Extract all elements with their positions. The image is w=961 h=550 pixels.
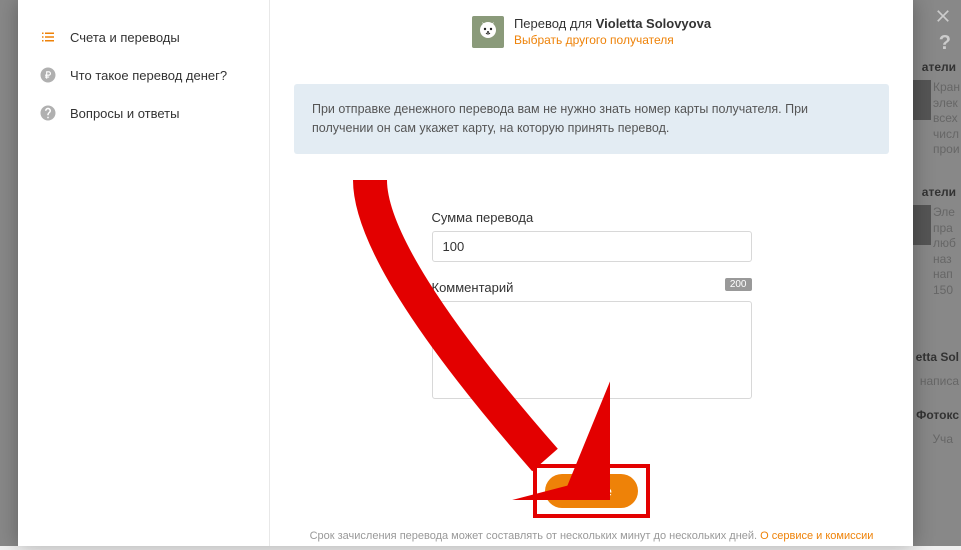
transfer-form: Сумма перевода Комментарий 200 Далее — [270, 154, 913, 518]
ruble-icon — [38, 65, 58, 85]
close-button[interactable] — [933, 6, 953, 29]
comment-group: Комментарий 200 — [432, 280, 752, 402]
bg-text: атели — [922, 60, 956, 74]
sidebar-item-faq-what[interactable]: Что такое перевод денег? — [18, 56, 269, 94]
bg-text: Уча — [932, 432, 953, 446]
char-counter: 200 — [725, 278, 752, 291]
sidebar-item-label: Вопросы и ответы — [70, 106, 179, 121]
sidebar-item-qa[interactable]: Вопросы и ответы — [18, 94, 269, 132]
bg-text: написа — [920, 374, 959, 388]
recipient-name: Violetta Solovyova — [596, 16, 711, 31]
sidebar-item-accounts[interactable]: Счета и переводы — [18, 18, 269, 56]
comment-textarea[interactable] — [432, 301, 752, 399]
info-box: При отправке денежного перевода вам не н… — [294, 84, 889, 154]
sidebar: Счета и переводы Что такое перевод денег… — [18, 0, 270, 546]
question-icon — [38, 103, 58, 123]
bg-text: атели — [922, 185, 956, 199]
service-info-link[interactable]: О сервисе и комиссии — [760, 530, 873, 542]
footer-text: Срок зачисления перевода может составлят… — [310, 530, 761, 542]
comment-label: Комментарий — [432, 280, 752, 295]
help-button[interactable]: ? — [939, 32, 951, 55]
submit-wrap: Далее — [533, 464, 650, 518]
transfer-modal: Счета и переводы Что такое перевод денег… — [18, 0, 913, 546]
submit-highlight: Далее — [533, 464, 650, 518]
sidebar-item-label: Счета и переводы — [70, 30, 180, 45]
amount-group: Сумма перевода — [432, 210, 752, 262]
header-text: Перевод для Violetta Solovyova Выбрать д… — [514, 16, 711, 47]
next-button[interactable]: Далее — [545, 474, 638, 508]
amount-label: Сумма перевода — [432, 210, 752, 225]
bg-text: Фотокс — [916, 408, 959, 422]
footer-note: Срок зачисления перевода может составлят… — [270, 518, 913, 550]
change-recipient-link[interactable]: Выбрать другого получателя — [514, 33, 711, 47]
main-content: Перевод для Violetta Solovyova Выбрать д… — [270, 0, 913, 546]
bg-text: Эле пра люб наз нап 150 — [933, 205, 959, 299]
sidebar-item-label: Что такое перевод денег? — [70, 68, 227, 83]
title-prefix: Перевод для — [514, 16, 596, 31]
amount-input[interactable] — [432, 231, 752, 262]
header: Перевод для Violetta Solovyova Выбрать д… — [270, 0, 913, 62]
transfer-title: Перевод для Violetta Solovyova — [514, 16, 711, 31]
bg-text: Кран элек всех числ прои — [933, 80, 961, 158]
list-icon — [38, 27, 58, 47]
bg-text: etta Sol — [916, 350, 959, 364]
recipient-avatar — [472, 16, 504, 48]
